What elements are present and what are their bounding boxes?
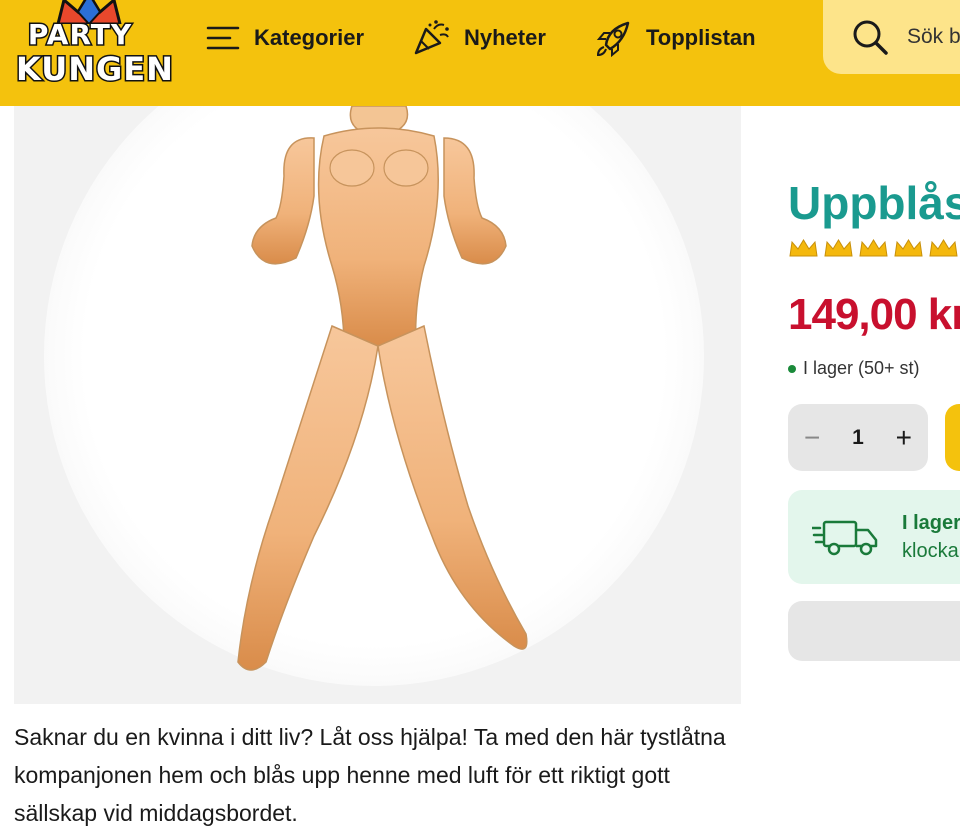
- nav-label-topplistan: Topplistan: [646, 25, 756, 50]
- crown-rating-icon: [929, 239, 958, 257]
- party-popper-icon: [414, 20, 449, 55]
- nav-topplistan[interactable]: Topplistan: [594, 18, 756, 58]
- crown-rating-icon: [824, 239, 853, 257]
- increase-quantity-button[interactable]: +: [896, 422, 912, 454]
- quantity-stepper[interactable]: − 1 +: [788, 404, 928, 471]
- product-photo: [237, 106, 528, 671]
- delivery-info: I lager klocka: [788, 490, 960, 584]
- delivery-truck-icon: [812, 520, 878, 556]
- nav-label-kategorier: Kategorier: [254, 25, 365, 50]
- nav-kategorier[interactable]: Kategorier: [206, 18, 364, 58]
- delivery-status: I lager: [902, 512, 960, 534]
- product-image[interactable]: [14, 106, 741, 704]
- rating-crowns[interactable]: [788, 238, 959, 258]
- stock-status: I lager (50+ st): [788, 358, 920, 379]
- logo-text-party: PARTY: [26, 17, 133, 53]
- add-to-cart-button[interactable]: [945, 404, 960, 471]
- stock-dot-icon: [788, 364, 796, 373]
- site-header: PARTY KUNGEN Kategorier Nyheter Topplist…: [0, 0, 960, 106]
- partykungen-logo[interactable]: PARTY KUNGEN: [14, 0, 175, 92]
- delivery-time: klocka: [902, 540, 959, 562]
- quantity-value[interactable]: 1: [852, 426, 864, 450]
- nav-nyheter[interactable]: Nyheter: [412, 18, 546, 58]
- logo-text-kungen: KUNGEN: [15, 49, 175, 90]
- search-box[interactable]: Sök b: [823, 0, 960, 74]
- search-icon: [853, 20, 888, 55]
- crown-rating-icon: [789, 239, 818, 257]
- product-description: Saknar du en kvinna i ditt liv? Låt oss …: [14, 724, 726, 826]
- rocket-icon: [596, 21, 630, 57]
- menu-icon: [206, 26, 240, 50]
- product-title: Uppblås: [788, 177, 960, 229]
- product-price: 149,00 kr: [788, 290, 960, 339]
- decrease-quantity-button[interactable]: −: [804, 422, 820, 454]
- search-placeholder: Sök b: [907, 25, 960, 48]
- stock-text: I lager (50+ st): [803, 358, 920, 378]
- nav-label-nyheter: Nyheter: [464, 25, 546, 50]
- crown-rating-icon: [859, 239, 888, 257]
- secondary-action-button[interactable]: [788, 601, 960, 661]
- crown-rating-icon: [894, 239, 923, 257]
